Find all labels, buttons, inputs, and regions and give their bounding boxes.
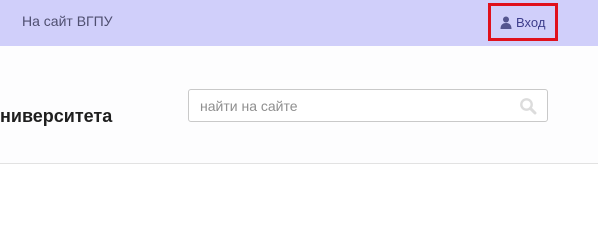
site-title: ниверситета [0,106,113,126]
search-icon[interactable] [519,97,537,115]
user-icon [500,16,512,29]
login-link[interactable]: Вход [500,15,545,30]
search-input[interactable] [189,90,509,121]
top-bar: На сайт ВГПУ Вход [0,0,598,46]
login-label: Вход [516,15,546,30]
header-area: ниверситета [0,46,598,164]
login-highlight-box: Вход [488,3,558,41]
search-box [188,89,548,122]
main-site-link[interactable]: На сайт ВГПУ [22,13,113,29]
